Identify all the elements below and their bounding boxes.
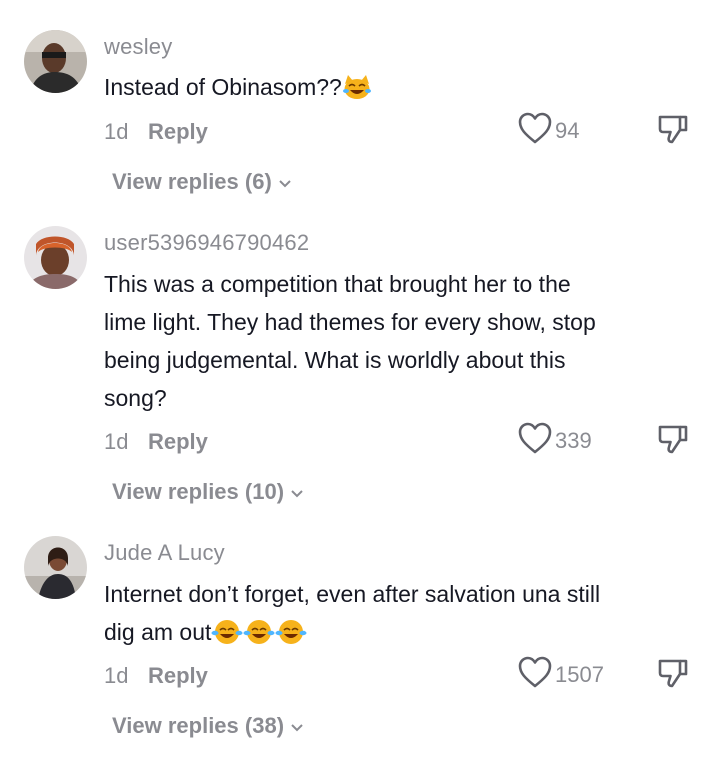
heart-icon <box>517 111 553 150</box>
comment-timestamp: 1d <box>104 663 129 688</box>
like-button[interactable]: 339 <box>517 421 592 460</box>
comment-text: Instead of Obinasom?? <box>104 68 604 111</box>
thumbs-down-icon <box>656 115 690 149</box>
dislike-button[interactable] <box>656 423 690 460</box>
like-button[interactable]: 94 <box>517 111 579 150</box>
thumbs-down-icon <box>656 659 690 693</box>
cat-laughing-icon <box>342 73 372 111</box>
comment-text: Internet don’t forget, even after salvat… <box>104 575 604 656</box>
view-replies-label: View replies (10) <box>112 479 285 504</box>
tears-of-joy-icon <box>275 618 307 656</box>
username[interactable]: user5396946790462 <box>104 230 309 256</box>
username[interactable]: wesley <box>104 34 172 60</box>
avatar-image <box>24 226 87 289</box>
dislike-button[interactable] <box>656 113 690 150</box>
like-count: 94 <box>555 117 580 143</box>
heart-icon <box>517 421 553 460</box>
dislike-button[interactable] <box>656 657 690 694</box>
tears-of-joy-icon <box>211 618 243 656</box>
comment-text-content: Internet don’t forget, even after salvat… <box>104 581 601 645</box>
like-count: 339 <box>555 427 592 453</box>
chevron-down-icon <box>278 169 292 195</box>
tears-of-joy-icon <box>243 618 275 656</box>
comment-timestamp: 1d <box>104 429 129 454</box>
view-replies-label: View replies (6) <box>112 169 272 194</box>
avatar[interactable] <box>24 30 87 93</box>
like-button[interactable]: 1507 <box>517 655 604 694</box>
comment-text: This was a competition that brought her … <box>104 265 604 417</box>
heart-icon <box>517 655 553 694</box>
chevron-down-icon <box>290 479 304 505</box>
comment-text-content: This was a competition that brought her … <box>104 271 596 411</box>
username[interactable]: Jude A Lucy <box>104 540 225 566</box>
reply-button[interactable]: Reply <box>148 119 208 145</box>
reply-button[interactable]: Reply <box>148 663 208 689</box>
avatar-image <box>24 536 87 599</box>
reply-button[interactable]: Reply <box>148 429 208 455</box>
view-replies-button[interactable]: View replies (38) <box>112 713 304 739</box>
view-replies-button[interactable]: View replies (10) <box>112 479 304 505</box>
view-replies-label: View replies (38) <box>112 713 285 738</box>
comment-text-content: Instead of Obinasom?? <box>104 74 342 100</box>
view-replies-button[interactable]: View replies (6) <box>112 169 292 195</box>
thumbs-down-icon <box>656 425 690 459</box>
avatar-image <box>24 30 87 93</box>
avatar[interactable] <box>24 536 87 599</box>
like-count: 1507 <box>555 661 604 687</box>
avatar[interactable] <box>24 226 87 289</box>
chevron-down-icon <box>290 713 304 739</box>
comment-timestamp: 1d <box>104 119 129 144</box>
